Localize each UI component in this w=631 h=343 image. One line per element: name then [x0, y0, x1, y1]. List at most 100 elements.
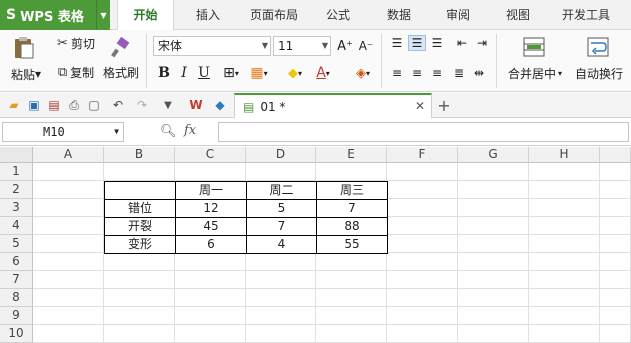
grid-cell[interactable] [458, 289, 529, 307]
row-header-2[interactable]: 2 [0, 181, 33, 199]
grid-cell[interactable] [33, 163, 104, 181]
row-header-9[interactable]: 9 [0, 307, 33, 325]
table-cell[interactable]: 6 [175, 235, 247, 254]
grid-cell[interactable] [529, 217, 600, 235]
table-header-cell[interactable]: 周三 [316, 181, 388, 200]
format-painter-button[interactable]: 格式刷 [101, 63, 141, 81]
grid-cell[interactable] [104, 289, 175, 307]
column-header-f[interactable]: F [387, 147, 458, 163]
grid-cell[interactable] [529, 163, 600, 181]
grid-cell[interactable] [387, 289, 458, 307]
save-icon[interactable]: ▣ [26, 97, 42, 113]
select-all-corner[interactable] [0, 147, 33, 163]
wps-app-button[interactable]: S WPS 表格 ▼ [0, 0, 110, 30]
tab-page-layout[interactable]: 页面布局 [244, 0, 304, 30]
print-preview-icon[interactable]: ▢ [86, 97, 102, 113]
table-cell[interactable]: 变形 [104, 235, 176, 254]
grid-cell[interactable] [529, 199, 600, 217]
distributed-icon[interactable]: ⇹ [470, 65, 488, 81]
merge-center-button[interactable]: 合并居中 ▾ [504, 64, 566, 82]
grid-cell[interactable] [104, 307, 175, 325]
table-header-cell[interactable]: 周二 [246, 181, 317, 200]
grid-cell[interactable] [387, 307, 458, 325]
grid-cell[interactable] [175, 271, 246, 289]
fill-color-button[interactable]: ◆ ▾ [282, 63, 308, 83]
font-size-select[interactable]: 11 ▼ [273, 36, 331, 56]
grid-cell[interactable] [33, 289, 104, 307]
row-header-6[interactable]: 6 [0, 253, 33, 271]
row-header-1[interactable]: 1 [0, 163, 33, 181]
tab-formulas[interactable]: 公式 [320, 0, 356, 30]
grid-cell[interactable] [33, 199, 104, 217]
column-header-h[interactable]: H [529, 147, 600, 163]
chevron-down-icon[interactable]: ▼ [160, 97, 176, 113]
grid-cell[interactable] [600, 325, 631, 343]
print-icon[interactable]: ⎙ [66, 97, 82, 113]
grid-cell[interactable] [316, 307, 387, 325]
column-header-e[interactable]: E [316, 147, 387, 163]
table-cell[interactable]: 45 [175, 217, 247, 236]
wrap-text-button[interactable]: 自动换行 [571, 64, 627, 82]
grid-cell[interactable] [175, 325, 246, 343]
grid-cell[interactable] [246, 325, 316, 343]
grid-cell[interactable] [316, 271, 387, 289]
grid-cell[interactable] [33, 325, 104, 343]
grid-cell[interactable] [387, 271, 458, 289]
row-header-3[interactable]: 3 [0, 199, 33, 217]
row-header-10[interactable]: 10 [0, 325, 33, 343]
align-bottom-icon[interactable]: ☰ [428, 35, 446, 51]
grid-cell[interactable] [600, 217, 631, 235]
grid-cell[interactable] [600, 163, 631, 181]
grid-cell[interactable] [387, 181, 458, 199]
grid-cell[interactable] [529, 253, 600, 271]
grid-cell[interactable] [33, 307, 104, 325]
grid-cell[interactable] [316, 325, 387, 343]
underline-button[interactable]: U [195, 63, 213, 83]
align-center-icon[interactable]: ≡ [408, 65, 426, 81]
tab-insert[interactable]: 插入 [186, 0, 230, 30]
grid-cell[interactable] [529, 325, 600, 343]
grid-cell[interactable] [104, 325, 175, 343]
italic-button[interactable]: I [175, 63, 193, 83]
cube-icon[interactable]: ◆ [212, 97, 228, 113]
cell-fill-button[interactable]: ▦ ▾ [246, 63, 272, 83]
table-cell[interactable]: 7 [246, 217, 317, 236]
grid-cell[interactable] [387, 325, 458, 343]
wps-w-icon[interactable]: W [188, 97, 204, 113]
new-tab-plus-icon[interactable]: + [436, 96, 452, 115]
open-folder-icon[interactable]: ▰ [6, 97, 22, 113]
grid-cell[interactable] [246, 289, 316, 307]
grid-cell[interactable] [600, 307, 631, 325]
table-cell[interactable]: 55 [316, 235, 388, 254]
font-color-button[interactable]: A ▾ [310, 63, 336, 83]
row-header-7[interactable]: 7 [0, 271, 33, 289]
grid-cell[interactable] [316, 253, 387, 271]
grid-cell[interactable] [175, 307, 246, 325]
copy-button[interactable]: ⧉ 复制 [50, 63, 102, 81]
column-header-g[interactable]: G [458, 147, 529, 163]
grid-cell[interactable] [387, 163, 458, 181]
grid-cell[interactable] [316, 289, 387, 307]
grid-cell[interactable] [529, 271, 600, 289]
align-left-icon[interactable]: ≡ [388, 65, 406, 81]
close-icon[interactable]: ✕ [415, 99, 425, 113]
column-header-partial[interactable] [600, 147, 631, 163]
tab-view[interactable]: 视图 [500, 0, 536, 30]
paste-icon[interactable] [8, 34, 40, 62]
row-header-4[interactable]: 4 [0, 217, 33, 235]
paste-button[interactable]: 粘贴 ▾ [6, 66, 46, 82]
grow-font-button[interactable]: A⁺ [336, 36, 354, 56]
grid-cell[interactable] [104, 163, 175, 181]
table-cell[interactable]: 开裂 [104, 217, 176, 236]
grid-cell[interactable] [458, 235, 529, 253]
grid-cell[interactable] [33, 217, 104, 235]
grid-cell[interactable] [104, 253, 175, 271]
table-cell[interactable]: 4 [246, 235, 317, 254]
column-header-a[interactable]: A [33, 147, 104, 163]
grid-cell[interactable] [175, 289, 246, 307]
column-header-d[interactable]: D [246, 147, 316, 163]
grid-cell[interactable] [458, 199, 529, 217]
document-tab[interactable]: ▤ 01 * ✕ [234, 93, 432, 118]
grid-cell[interactable] [529, 235, 600, 253]
zoom-search-icon[interactable]: 🔍︎ [160, 124, 177, 139]
